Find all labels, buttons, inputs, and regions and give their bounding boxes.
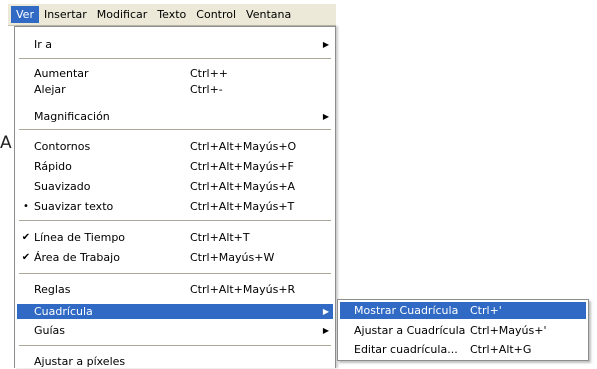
menu-item-label: Alejar: [34, 83, 66, 96]
menu-item-shortcut: Ctrl+Mayús+': [470, 324, 547, 337]
menu-item-shortcut: Ctrl+Alt+Mayús+A: [190, 180, 296, 193]
menu-ver[interactable]: Ver: [11, 6, 39, 23]
menu-item-shortcut: Ctrl+Alt+T: [190, 231, 250, 244]
menu-item-shortcut: Ctrl+Alt+G: [470, 343, 532, 356]
menu-item-label: Rápido: [34, 160, 72, 173]
menu-item-rapido[interactable]: Rápido Ctrl+Alt+Mayús+F: [17, 159, 333, 174]
menu-item-label: Área de Trabajo: [34, 251, 120, 264]
menu-item-reglas[interactable]: Reglas Ctrl+Alt+Mayús+R: [17, 282, 333, 297]
menu-item-ir-a[interactable]: Ir a ▶: [17, 37, 333, 52]
menu-item-ajustar-a-pixeles[interactable]: Ajustar a píxeles: [17, 354, 333, 369]
radio-dot-icon: •: [23, 201, 29, 212]
checkmark-icon: ✔: [21, 232, 31, 243]
menu-item-label: Ajustar a Cuadrícula: [354, 324, 466, 337]
cuadricula-submenu: Mostrar Cuadrícula Ctrl+' Ajustar a Cuad…: [337, 299, 589, 361]
menu-separator: [19, 129, 331, 130]
menu-item-shortcut: Ctrl+Alt+Mayús+T: [190, 200, 295, 213]
menu-texto[interactable]: Texto: [152, 6, 191, 23]
menu-item-label: Línea de Tiempo: [34, 231, 126, 244]
menu-modificar[interactable]: Modificar: [92, 6, 153, 23]
submenu-arrow-icon: ▶: [322, 112, 329, 121]
menu-item-cuadricula[interactable]: Cuadrícula ▶: [17, 304, 333, 319]
menu-item-label: Guías: [34, 324, 66, 337]
submenu-arrow-icon: ▶: [322, 40, 329, 49]
menu-item-label: Editar cuadrícula...: [354, 343, 458, 356]
menu-item-label: Cuadrícula: [34, 305, 93, 318]
menu-item-suavizar-texto[interactable]: • Suavizar texto Ctrl+Alt+Mayús+T: [17, 199, 333, 214]
menu-separator: [19, 345, 331, 346]
menu-item-alejar[interactable]: Alejar Ctrl+-: [17, 82, 333, 97]
menu-item-label: Ir a: [34, 38, 53, 51]
menu-item-label: Ajustar a píxeles: [34, 355, 126, 368]
submenu-item-ajustar-a-cuadricula[interactable]: Ajustar a Cuadrícula Ctrl+Mayús+': [340, 322, 586, 339]
menu-item-label: Magnificación: [34, 110, 110, 123]
menu-item-contornos[interactable]: Contornos Ctrl+Alt+Mayús+O: [17, 139, 333, 154]
menu-item-label: Reglas: [34, 283, 71, 296]
menu-item-label: Aumentar: [34, 67, 89, 80]
submenu-arrow-icon: ▶: [322, 326, 329, 335]
menu-item-label: Contornos: [34, 140, 91, 153]
menu-separator: [19, 220, 331, 221]
menu-bar: Ver Insertar Modificar Texto Control Ven…: [8, 4, 336, 26]
menu-item-shortcut: Ctrl+': [470, 304, 502, 317]
menu-item-shortcut: Ctrl+Mayús+W: [190, 251, 275, 264]
menu-separator: [19, 273, 331, 274]
menu-item-shortcut: Ctrl+Alt+Mayús+O: [190, 140, 297, 153]
submenu-item-mostrar-cuadricula[interactable]: Mostrar Cuadrícula Ctrl+': [340, 302, 586, 319]
menu-item-shortcut: Ctrl+Alt+Mayús+F: [190, 160, 294, 173]
menu-insertar[interactable]: Insertar: [39, 6, 92, 23]
menu-ventana[interactable]: Ventana: [241, 6, 296, 23]
submenu-item-editar-cuadricula[interactable]: Editar cuadrícula... Ctrl+Alt+G: [340, 341, 586, 358]
menu-item-shortcut: Ctrl++: [190, 67, 229, 80]
menu-control[interactable]: Control: [191, 6, 241, 23]
menu-item-area-de-trabajo[interactable]: ✔ Área de Trabajo Ctrl+Mayús+W: [17, 250, 333, 265]
menu-item-shortcut: Ctrl+-: [190, 83, 223, 96]
menu-item-label: Mostrar Cuadrícula: [354, 304, 459, 317]
menu-item-guias[interactable]: Guías ▶: [17, 323, 333, 338]
side-letter: A: [0, 133, 12, 153]
menu-item-aumentar[interactable]: Aumentar Ctrl++: [17, 66, 333, 81]
menu-item-linea-de-tiempo[interactable]: ✔ Línea de Tiempo Ctrl+Alt+T: [17, 230, 333, 245]
menu-item-suavizado[interactable]: Suavizado Ctrl+Alt+Mayús+A: [17, 179, 333, 194]
menu-item-label: Suavizar texto: [34, 200, 114, 213]
menu-separator: [19, 58, 331, 59]
menu-item-label: Suavizado: [34, 180, 91, 193]
submenu-arrow-icon: ▶: [322, 307, 329, 316]
checkmark-icon: ✔: [21, 252, 31, 263]
menu-item-magnificacion[interactable]: Magnificación ▶: [17, 109, 333, 124]
menu-item-shortcut: Ctrl+Alt+Mayús+R: [190, 283, 296, 296]
ver-dropdown-menu: Ir a ▶ Aumentar Ctrl++ Alejar Ctrl+- Mag…: [14, 26, 336, 368]
